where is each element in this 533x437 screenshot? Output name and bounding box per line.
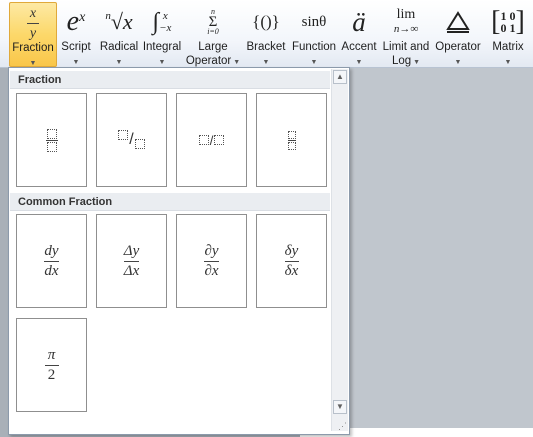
denominator: Δx xyxy=(123,262,140,279)
integral-icon: ∫ x −x xyxy=(152,8,172,35)
script-button[interactable]: ex Script ▼ xyxy=(60,2,92,66)
operator-label: Operator ▼ xyxy=(435,41,481,66)
limit-and-log-label: Limit and Log ▼ xyxy=(382,41,430,67)
chevron-down-icon: ▼ xyxy=(504,59,512,66)
denominator: ∂x xyxy=(204,262,219,279)
section-header-common-fraction: Common Fraction xyxy=(10,193,330,211)
integral-button[interactable]: ∫ x −x Integral ▼ xyxy=(143,2,181,67)
numerator-placeholder xyxy=(287,130,296,139)
numerator: ∂y xyxy=(204,242,219,259)
numerator: δy xyxy=(284,242,299,259)
bracket-label: Bracket ▼ xyxy=(246,41,286,66)
fraction-icon: x y xyxy=(10,5,56,41)
chevron-down-icon: ▼ xyxy=(29,60,37,67)
limit-and-log-button[interactable]: lim n→∞ Limit and Log ▼ xyxy=(383,2,430,68)
numerator: π xyxy=(47,346,56,363)
common-fraction-delta-y-delta-x[interactable]: Δy Δx xyxy=(96,214,167,308)
chevron-down-icon: ▼ xyxy=(262,59,270,66)
accent-label: Accent ▼ xyxy=(341,41,377,66)
section-header-fraction: Fraction xyxy=(10,71,330,89)
limit-icon: lim n→∞ xyxy=(393,7,419,36)
chevron-down-icon: ▼ xyxy=(115,59,123,66)
gallery-scrollbar[interactable]: ▲ ▼ xyxy=(331,69,348,431)
bracket-button[interactable]: {()} Bracket ▼ xyxy=(246,2,286,66)
denominator-placeholder xyxy=(287,141,296,150)
matrix-label: Matrix ▼ xyxy=(492,41,524,66)
sigma-icon: n Σ i=0 xyxy=(207,7,219,36)
integral-label: Integral ▼ xyxy=(142,41,182,66)
function-button[interactable]: sinθ Function ▼ xyxy=(291,2,337,67)
radical-button[interactable]: n √x Radical ▼ xyxy=(100,2,138,66)
denominator-placeholder xyxy=(214,135,225,145)
skewed-fraction-tile[interactable]: / xyxy=(96,93,167,187)
radical-label: Radical ▼ xyxy=(99,41,139,66)
scroll-down-button[interactable]: ▼ xyxy=(333,400,347,414)
fraction-gallery: Fraction / / Common Fraction dy dx Δy Δx… xyxy=(8,67,350,435)
function-icon: sinθ xyxy=(301,13,327,30)
chevron-down-icon: ▼ xyxy=(231,59,241,66)
common-fraction-pi-over-2[interactable]: π 2 xyxy=(16,318,87,412)
common-fraction-partial-y-partial-x[interactable]: ∂y ∂x xyxy=(176,214,247,308)
chevron-down-icon: ▼ xyxy=(310,59,318,66)
script-icon: ex xyxy=(66,6,86,37)
script-label: Script ▼ xyxy=(61,41,91,66)
linear-fraction-tile[interactable]: / xyxy=(176,93,247,187)
chevron-down-icon: ▼ xyxy=(411,59,421,66)
accent-icon: ä xyxy=(352,6,366,37)
equation-tools-ribbon: x y Fraction ▼ ex Script ▼ n √x Radical ▼ ∫ x… xyxy=(0,0,533,68)
denominator: dx xyxy=(44,262,59,279)
matrix-icon: [ 1 00 1 ] xyxy=(491,6,525,37)
large-operator-label: Large Operator ▼ xyxy=(185,41,241,67)
chevron-down-icon: ▼ xyxy=(158,59,166,66)
denominator-placeholder xyxy=(134,139,145,149)
accent-button[interactable]: ä Accent ▼ xyxy=(341,2,376,67)
small-fraction-tile[interactable] xyxy=(256,93,327,187)
radical-icon: n √x xyxy=(105,9,133,34)
fraction-button[interactable]: x y Fraction ▼ xyxy=(9,2,57,67)
chevron-down-icon: ▼ xyxy=(454,59,462,66)
large-operator-button[interactable]: n Σ i=0 Large Operator ▼ xyxy=(186,2,240,67)
chevron-down-icon: ▼ xyxy=(72,59,80,66)
scroll-up-button[interactable]: ▲ xyxy=(333,70,347,84)
common-fraction-dy-dx[interactable]: dy dx xyxy=(16,214,87,308)
bracket-icon: {()} xyxy=(252,12,280,31)
chevron-down-icon: ▼ xyxy=(355,59,363,66)
resize-grip-icon[interactable]: ⋰ xyxy=(338,421,347,432)
numerator-placeholder xyxy=(46,128,57,139)
denominator-placeholder xyxy=(46,141,57,152)
operator-button[interactable]: Operator ▼ xyxy=(435,2,481,66)
common-fraction-small-delta[interactable]: δy δx xyxy=(256,214,327,308)
numerator: Δy xyxy=(123,242,140,259)
operator-icon xyxy=(435,4,481,40)
numerator: dy xyxy=(44,242,59,259)
stacked-fraction-tile[interactable] xyxy=(16,93,87,187)
numerator-placeholder xyxy=(118,130,129,140)
denominator: 2 xyxy=(47,366,56,383)
denominator: δx xyxy=(284,262,299,279)
matrix-button[interactable]: [ 1 00 1 ] Matrix ▼ xyxy=(488,2,528,66)
numerator-placeholder xyxy=(198,135,209,145)
chevron-up-icon: ▲ xyxy=(336,72,344,81)
chevron-down-icon: ▼ xyxy=(336,402,344,411)
function-label: Function ▼ xyxy=(291,41,337,66)
